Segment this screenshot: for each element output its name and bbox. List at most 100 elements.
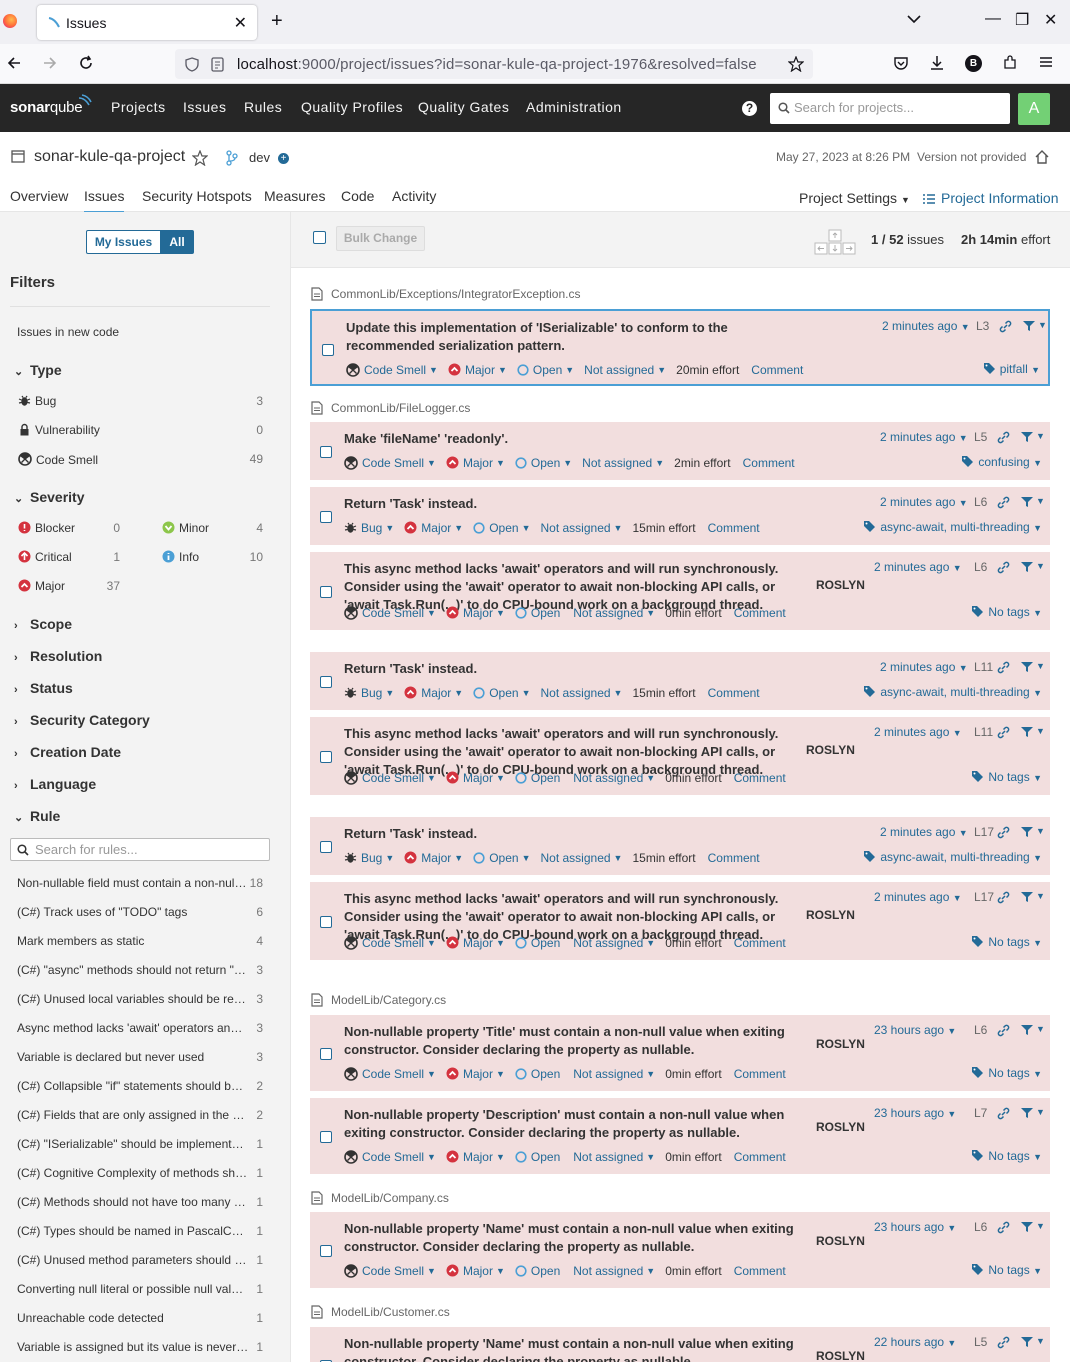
- rule-search-box[interactable]: [10, 838, 270, 861]
- issue-type-dropdown[interactable]: Bug ▼: [361, 685, 404, 700]
- filter-similar-icon[interactable]: [1020, 826, 1034, 838]
- issue-creation-time[interactable]: 23 hours ago ▼: [874, 1023, 956, 1037]
- rule-facet-item[interactable]: Converting null literal or possible null…: [17, 1282, 267, 1296]
- favorite-star-icon[interactable]: [192, 150, 208, 166]
- help-icon[interactable]: ?: [742, 101, 757, 116]
- issue-tags-dropdown[interactable]: No tags ▼: [971, 1066, 1042, 1080]
- close-window-icon[interactable]: ✕: [1044, 10, 1057, 30]
- chevron-down-icon[interactable]: ▼: [1036, 1221, 1045, 1231]
- facet-severity-info[interactable]: Info: [162, 550, 199, 564]
- issue-creation-time[interactable]: 2 minutes ago ▼: [880, 660, 968, 674]
- issue-checkbox[interactable]: [320, 1130, 332, 1143]
- filter-similar-icon[interactable]: [1020, 561, 1034, 573]
- chevron-down-icon[interactable]: ▼: [1036, 431, 1045, 441]
- issue-message[interactable]: Return 'Task' instead.: [344, 660, 804, 678]
- pocket-icon[interactable]: [893, 55, 909, 71]
- forward-icon[interactable]: [42, 55, 58, 71]
- issue-creation-time[interactable]: 2 minutes ago ▼: [880, 825, 968, 839]
- comment-link[interactable]: Comment: [734, 771, 786, 785]
- issue-creation-time[interactable]: 2 minutes ago ▼: [880, 495, 968, 509]
- issue-status-dropdown[interactable]: Open ▼: [489, 520, 540, 535]
- filter-similar-icon[interactable]: [1020, 1107, 1034, 1119]
- user-avatar[interactable]: A: [1018, 93, 1050, 125]
- facet-security-category-header[interactable]: › Security Category: [14, 712, 150, 728]
- issue-severity-dropdown[interactable]: Major ▼: [421, 685, 473, 700]
- filter-similar-icon[interactable]: [1020, 1024, 1034, 1036]
- filter-similar-icon[interactable]: [1020, 661, 1034, 673]
- comment-link[interactable]: Comment: [708, 851, 760, 865]
- facet-language-header[interactable]: › Language: [14, 776, 96, 792]
- rule-facet-item[interactable]: (C#) Types should be named in PascalCase…: [17, 1224, 267, 1238]
- tab-list-chevron-icon[interactable]: [907, 14, 921, 24]
- facet-creation-date-header[interactable]: › Creation Date: [14, 744, 121, 760]
- url-bar[interactable]: localhost:9000/project/issues?id=sonar-k…: [175, 49, 813, 79]
- project-settings-menu[interactable]: Project Settings ▼: [799, 190, 910, 206]
- issue-severity-dropdown[interactable]: Major ▼: [463, 455, 515, 470]
- issue-type-dropdown[interactable]: Code Smell ▼: [362, 605, 446, 620]
- issue-message[interactable]: Return 'Task' instead.: [344, 825, 804, 843]
- chevron-down-icon[interactable]: ▼: [1038, 320, 1047, 330]
- comment-link[interactable]: Comment: [734, 936, 786, 950]
- branch-info-icon[interactable]: +: [278, 153, 289, 164]
- tab-measures[interactable]: Measures: [264, 188, 325, 204]
- issue-tags-dropdown[interactable]: async-await, multi-threading ▼: [863, 685, 1042, 699]
- file-path-header[interactable]: CommonLib/Exceptions/IntegratorException…: [311, 287, 580, 301]
- permalink-icon[interactable]: [997, 1107, 1010, 1120]
- filter-similar-icon[interactable]: [1020, 1336, 1034, 1348]
- issue-creation-time[interactable]: 2 minutes ago ▼: [874, 890, 962, 904]
- issue-checkbox[interactable]: [320, 510, 332, 523]
- issue-message[interactable]: Update this implementation of 'ISerializ…: [346, 319, 806, 355]
- new-tab-icon[interactable]: +: [271, 10, 283, 33]
- issue-severity-dropdown[interactable]: Major ▼: [463, 605, 515, 620]
- issue-assignee-dropdown[interactable]: Not assigned ▼: [573, 770, 665, 785]
- issue-tags-dropdown[interactable]: async-await, multi-threading ▼: [863, 850, 1042, 864]
- issue-severity-dropdown[interactable]: Major ▼: [463, 1149, 515, 1164]
- browser-tab[interactable]: Issues ✕: [37, 5, 257, 40]
- nav-issues[interactable]: Issues: [183, 99, 226, 115]
- nav-administration[interactable]: Administration: [526, 99, 622, 115]
- tab-issues[interactable]: Issues: [84, 188, 125, 214]
- rule-facet-item[interactable]: (C#) Collapsible "if" statements should …: [17, 1079, 267, 1093]
- issue-tags-dropdown[interactable]: No tags ▼: [971, 1263, 1042, 1277]
- issue-checkbox[interactable]: [320, 585, 332, 598]
- issue-creation-time[interactable]: 2 minutes ago ▼: [874, 560, 962, 574]
- home-icon[interactable]: [1034, 149, 1050, 165]
- issue-severity-dropdown[interactable]: Major ▼: [421, 850, 473, 865]
- comment-link[interactable]: Comment: [734, 1067, 786, 1081]
- chevron-down-icon[interactable]: ▼: [1036, 661, 1045, 671]
- issue-severity-dropdown[interactable]: Major ▼: [463, 1263, 515, 1278]
- rule-facet-item[interactable]: (C#) Track uses of "TODO" tags 6: [17, 905, 267, 919]
- facet-type-header[interactable]: ⌄ Type: [14, 362, 62, 378]
- permalink-icon[interactable]: [997, 891, 1010, 904]
- issue-card[interactable]: Make 'fileName' 'readonly'. 2 minutes ago…: [310, 422, 1050, 481]
- nav-quality-profiles[interactable]: Quality Profiles: [301, 99, 403, 115]
- issue-assignee-dropdown[interactable]: Not assigned ▼: [584, 362, 676, 377]
- comment-link[interactable]: Comment: [708, 686, 760, 700]
- issue-assignee-dropdown[interactable]: Not assigned ▼: [573, 1149, 665, 1164]
- facet-severity-critical[interactable]: Critical: [18, 550, 72, 564]
- permalink-icon[interactable]: [999, 320, 1012, 333]
- issue-message[interactable]: Return 'Task' instead.: [344, 495, 804, 513]
- issue-card[interactable]: Update this implementation of 'ISerializ…: [310, 309, 1050, 386]
- extensions-icon[interactable]: [1002, 55, 1018, 71]
- rule-facet-item[interactable]: (C#) Cognitive Complexity of methods sho…: [17, 1166, 267, 1180]
- chevron-down-icon[interactable]: ▼: [1036, 1107, 1045, 1117]
- issue-status-dropdown[interactable]: Open: [531, 1066, 573, 1081]
- issue-card[interactable]: Non-nullable property 'Name' must contai…: [310, 1327, 1050, 1362]
- issue-card[interactable]: This async method lacks 'await' operator…: [310, 882, 1050, 961]
- issue-checkbox[interactable]: [322, 343, 334, 356]
- facet-scope-header[interactable]: › Scope: [14, 616, 72, 632]
- file-path-header[interactable]: CommonLib/FileLogger.cs: [311, 401, 470, 415]
- issue-card[interactable]: Return 'Task' instead. 2 minutes ago ▼ L11…: [310, 652, 1050, 711]
- facet-type-vulnerability[interactable]: Vulnerability: [18, 423, 100, 437]
- issue-message[interactable]: Non-nullable property 'Description' must…: [344, 1106, 804, 1142]
- rule-facet-item[interactable]: (C#) Unused method parameters should be …: [17, 1253, 267, 1267]
- chevron-down-icon[interactable]: ▼: [1036, 496, 1045, 506]
- issue-tags-dropdown[interactable]: confusing ▼: [961, 455, 1042, 469]
- facet-severity-blocker[interactable]: Blocker: [18, 521, 75, 535]
- issue-assignee-dropdown[interactable]: Not assigned ▼: [573, 1263, 665, 1278]
- issue-status-dropdown[interactable]: Open ▼: [489, 850, 540, 865]
- issues-in-new-code-filter[interactable]: Issues in new code: [17, 325, 119, 339]
- permalink-icon[interactable]: [997, 561, 1010, 574]
- tab-activity[interactable]: Activity: [392, 188, 436, 204]
